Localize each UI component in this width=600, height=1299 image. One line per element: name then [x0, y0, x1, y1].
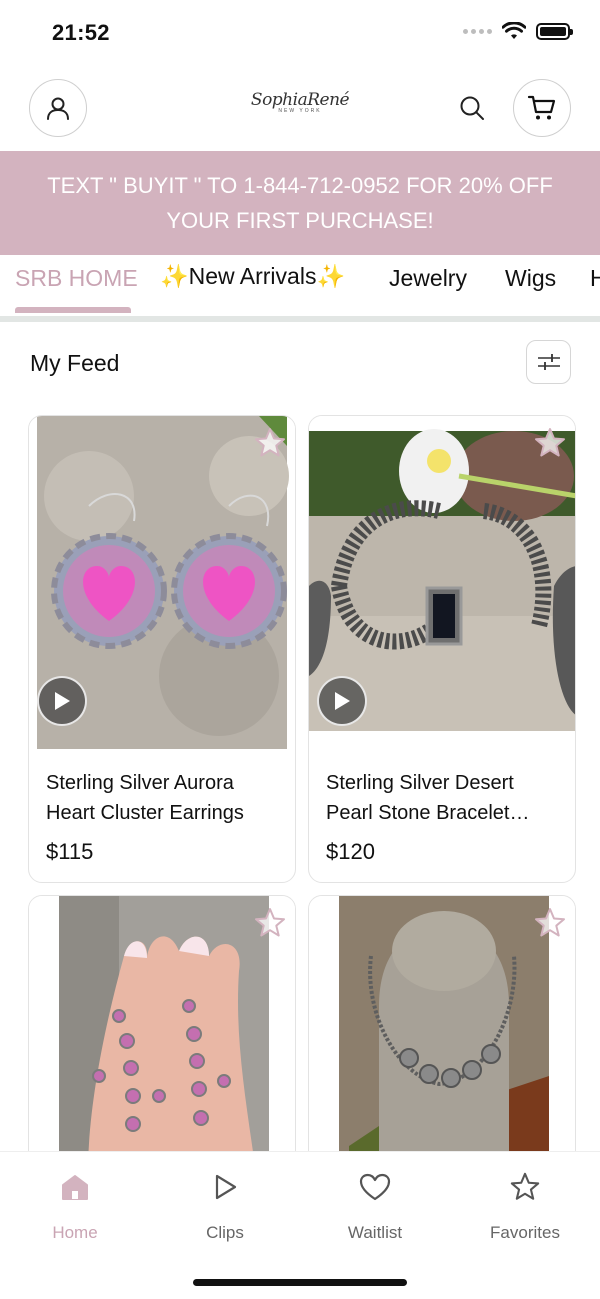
account-button[interactable]	[29, 79, 87, 137]
home-indicator	[193, 1279, 407, 1286]
product-price: $120	[326, 839, 375, 864]
tab-jewelry[interactable]: Jewelry	[389, 265, 467, 292]
search-button[interactable]	[454, 90, 490, 126]
sliders-icon	[537, 354, 560, 370]
category-tabs: SRB HOME ✨New Arrivals✨ Jewelry Wigs H	[0, 255, 600, 317]
bottom-tab-bar: Home Clips Waitlist Favorites	[0, 1151, 600, 1299]
filter-button[interactable]	[526, 340, 571, 384]
tab-wigs[interactable]: Wigs	[505, 265, 556, 292]
tab-overflow[interactable]: H	[590, 265, 600, 292]
product-name: Sterling Silver Aurora Heart Cluster Ear…	[46, 772, 244, 824]
nav-favorites[interactable]: Favorites	[470, 1170, 580, 1243]
favorite-star-icon[interactable]	[253, 426, 287, 460]
app-header: SophiaRené NEW YORK	[0, 72, 600, 144]
product-price: $115	[46, 839, 94, 864]
nav-home-label: Home	[52, 1223, 98, 1242]
favorite-star-icon[interactable]	[533, 906, 567, 940]
nav-home[interactable]: Home	[20, 1170, 130, 1243]
status-icons	[463, 22, 573, 40]
tab-srb-home[interactable]: SRB HOME	[15, 265, 138, 292]
heart-icon	[359, 1173, 391, 1201]
favorite-star-icon[interactable]	[533, 426, 567, 460]
search-icon	[460, 96, 484, 120]
nav-waitlist[interactable]: Waitlist	[320, 1170, 430, 1243]
nav-favorites-label: Favorites	[490, 1223, 560, 1242]
product-image[interactable]	[29, 416, 295, 749]
status-bar: 21:52	[0, 0, 600, 66]
cart-icon	[527, 95, 556, 120]
play-icon	[55, 692, 70, 710]
play-video-button[interactable]	[37, 676, 87, 726]
nav-waitlist-label: Waitlist	[347, 1223, 403, 1242]
cart-button[interactable]	[513, 79, 571, 137]
promo-text: TEXT " BUYIT " TO 1-844-712-0952 FOR 20%…	[47, 173, 553, 233]
play-icon	[215, 1174, 237, 1200]
cellular-signal-icon	[463, 28, 492, 34]
battery-icon	[536, 22, 573, 40]
logo-script-text: SophiaRené	[250, 90, 350, 110]
play-video-button[interactable]	[317, 676, 367, 726]
status-time: 21:52	[52, 20, 110, 45]
product-card[interactable]: Sterling Silver Desert Pearl Stone Brace…	[308, 415, 576, 883]
feed-title: My Feed	[30, 350, 120, 376]
tabs-divider	[0, 316, 600, 322]
home-icon	[62, 1175, 88, 1200]
wifi-icon	[502, 22, 526, 39]
product-card[interactable]: Sterling Silver Aurora Heart Cluster Ear…	[28, 415, 296, 883]
play-icon	[335, 692, 350, 710]
promo-banner[interactable]: TEXT " BUYIT " TO 1-844-712-0952 FOR 20%…	[0, 151, 600, 255]
product-name: Sterling Silver Desert Pearl Stone Brace…	[326, 772, 530, 824]
tab-new-arrivals[interactable]: ✨New Arrivals✨	[160, 263, 345, 290]
active-tab-indicator	[15, 307, 131, 313]
user-icon	[47, 97, 69, 120]
product-image[interactable]	[309, 416, 575, 749]
nav-clips[interactable]: Clips	[170, 1170, 280, 1243]
product-card[interactable]	[308, 895, 576, 1195]
product-card[interactable]	[28, 895, 296, 1195]
favorite-star-icon[interactable]	[253, 906, 287, 940]
nav-clips-label: Clips	[206, 1223, 244, 1242]
brand-logo[interactable]: SophiaRené NEW YORK	[240, 90, 360, 130]
star-icon	[510, 1172, 540, 1200]
